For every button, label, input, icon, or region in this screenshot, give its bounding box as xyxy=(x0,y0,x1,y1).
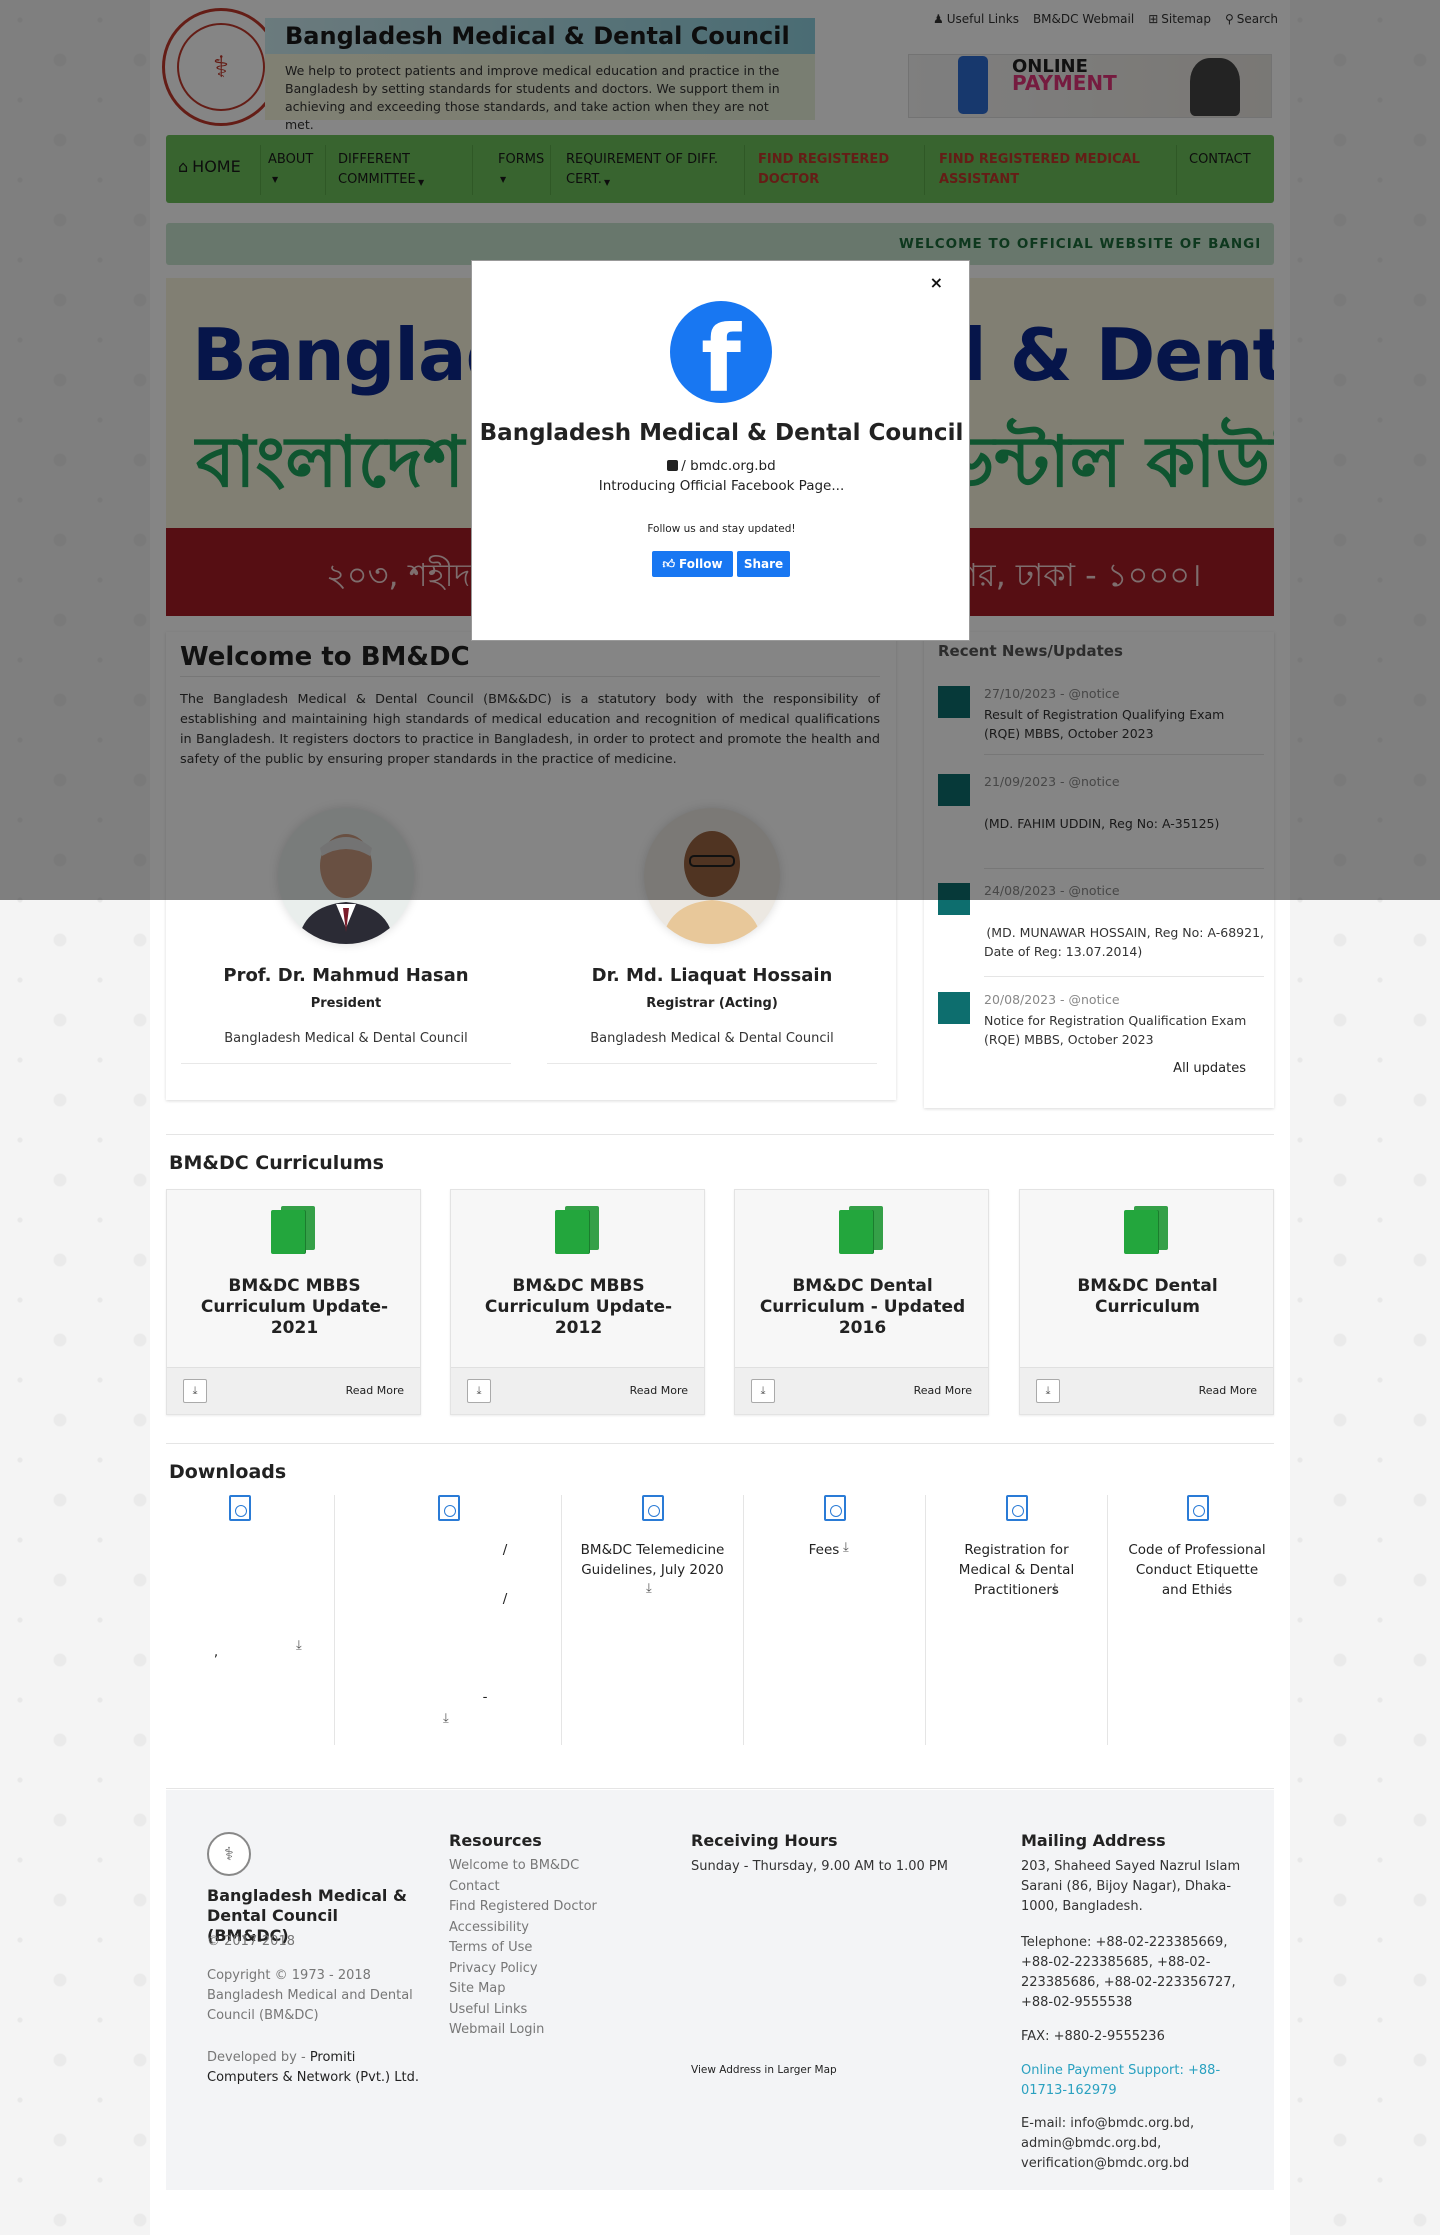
curriculum-card[interactable]: BM&DC Dental Curriculum - Updated 2016 ⤓… xyxy=(734,1189,989,1415)
fax: FAX: +880-2-9555236 xyxy=(1021,2029,1165,2044)
facebook-square-icon xyxy=(667,460,679,471)
footer-developed-by: Developed by - Promiti Computers & Netwo… xyxy=(207,2050,419,2085)
facebook-follow-button[interactable]: 👍︎ Follow xyxy=(652,551,733,577)
receiving-hours: Sunday - Thursday, 9.00 AM to 1.00 PM xyxy=(691,1859,948,1874)
payment-support-link[interactable]: Online Payment Support: +88-01713-162979 xyxy=(1021,2061,1231,2101)
email: E-mail: info@bmdc.org.bd, admin@bmdc.org… xyxy=(1021,2116,1195,2171)
download-icon[interactable]: ⤓ xyxy=(183,1379,207,1403)
close-icon[interactable]: × xyxy=(930,273,943,292)
download-item[interactable]: / / - ⤓ xyxy=(335,1495,561,1745)
mailing-address: 203, Shaheed Sayed Nazrul Islam Sarani (… xyxy=(1021,1859,1241,1914)
footer-link[interactable]: Contact xyxy=(449,1877,619,1898)
footer-link[interactable]: Terms of Use xyxy=(449,1938,619,1959)
download-icon[interactable]: ⤓ xyxy=(467,1379,491,1403)
mail-title: Mailing Address xyxy=(1021,1831,1166,1850)
footer-logo-icon: ⚕ xyxy=(207,1832,251,1876)
divider xyxy=(984,976,1264,977)
all-updates-link[interactable]: All updates xyxy=(1173,1061,1246,1076)
footer-link[interactable]: Accessibility xyxy=(449,1918,619,1939)
pdf-icon xyxy=(229,1495,251,1521)
download-icon[interactable]: ⤓ xyxy=(1052,1581,1058,1596)
footer-link[interactable]: Welcome to BM&DC xyxy=(449,1856,619,1877)
download-item[interactable]: Registration for Medical & Dental Practi… xyxy=(926,1495,1107,1745)
facebook-share-button[interactable]: Share xyxy=(737,551,790,577)
president-org: Bangladesh Medical & Dental Council xyxy=(224,1031,468,1046)
divider xyxy=(547,1063,877,1064)
download-item[interactable]: Fees ⤓ xyxy=(744,1495,925,1745)
news-item-link[interactable]: Notice for Registration Qualification Ex… xyxy=(984,1011,1264,1049)
footer-link[interactable]: Webmail Login xyxy=(449,2020,619,2041)
download-icon[interactable]: ⤓ xyxy=(751,1379,775,1403)
download-item[interactable]: BM&DC Telemedicine Guidelines, July 2020… xyxy=(562,1495,743,1745)
book-icon xyxy=(1124,1206,1168,1254)
book-icon xyxy=(839,1206,883,1254)
pdf-icon xyxy=(1006,1495,1028,1521)
download-icon[interactable]: ⤓ xyxy=(646,1581,652,1596)
book-icon xyxy=(271,1206,315,1254)
curriculum-title: BM&DC Dental Curriculum xyxy=(1077,1276,1218,1317)
footer-link[interactable]: Privacy Policy xyxy=(449,1959,619,1980)
divider xyxy=(166,1788,1274,1789)
facebook-modal: × f Bangladesh Medical & Dental Council … xyxy=(471,260,970,641)
read-more-link[interactable]: Read More xyxy=(630,1384,688,1397)
divider xyxy=(166,1443,1274,1444)
news-date: 20/08/2023 - @notice xyxy=(984,992,1120,1007)
modal-title: Bangladesh Medical & Dental Council xyxy=(479,420,964,446)
pdf-icon xyxy=(642,1495,664,1521)
curriculum-card[interactable]: BM&DC Dental Curriculum ⤓ Read More xyxy=(1019,1189,1274,1415)
download-item[interactable]: , ⤓ xyxy=(166,1495,334,1745)
curriculum-title: BM&DC Dental Curriculum - Updated 2016 xyxy=(759,1276,966,1338)
thumbs-up-icon: 👍︎ xyxy=(662,556,676,571)
telephone: Telephone: +88-02-223385669, +88-02-2233… xyxy=(1021,1935,1236,2010)
curriculum-card[interactable]: BM&DC MBBS Curriculum Update- 2012 ⤓ Read… xyxy=(450,1189,705,1415)
facebook-logo-icon: f xyxy=(670,301,772,403)
divider xyxy=(166,1134,1274,1135)
curriculum-card[interactable]: BM&DC MBBS Curriculum Update- 2021 ⤓ Read… xyxy=(166,1189,421,1415)
download-icon[interactable]: ⤓ xyxy=(296,1638,302,1653)
modal-url[interactable]: / bmdc.org.bd xyxy=(472,458,971,474)
registrar-org: Bangladesh Medical & Dental Council xyxy=(590,1031,834,1046)
news-bullet-icon xyxy=(938,992,970,1024)
download-icon[interactable]: ⤓ xyxy=(1220,1581,1226,1596)
download-item[interactable]: Code of Professional Conduct Etiquette a… xyxy=(1108,1495,1286,1745)
footer-years: © 2017-2018 xyxy=(207,1934,295,1949)
read-more-link[interactable]: Read More xyxy=(346,1384,404,1397)
modal-follow-text: Follow us and stay updated! xyxy=(647,523,796,535)
footer-link[interactable]: Useful Links xyxy=(449,2000,619,2021)
footer-link[interactable]: Find Registered Doctor xyxy=(449,1897,619,1918)
download-icon[interactable]: ⤓ xyxy=(443,1711,449,1726)
footer-copyright: Copyright © 1973 - 2018 Bangladesh Medic… xyxy=(207,1968,413,2023)
curriculum-title: BM&DC MBBS Curriculum Update- 2012 xyxy=(484,1276,673,1338)
pdf-icon xyxy=(1187,1495,1209,1521)
resources-title: Resources xyxy=(449,1831,542,1850)
president-role: President xyxy=(310,996,382,1011)
curriculums-title: BM&DC Curriculums xyxy=(169,1152,384,1174)
hours-title: Receiving Hours xyxy=(691,1831,838,1850)
curriculum-title: BM&DC MBBS Curriculum Update- 2021 xyxy=(200,1276,389,1338)
registrar-name: Dr. Md. Liaquat Hossain xyxy=(591,965,833,986)
footer-link[interactable]: Site Map xyxy=(449,1979,619,2000)
pdf-icon xyxy=(438,1495,460,1521)
resources-list: Welcome to BM&DC Contact Find Registered… xyxy=(449,1856,619,2041)
president-name: Prof. Dr. Mahmud Hasan xyxy=(223,965,469,986)
modal-intro: Introducing Official Facebook Page... xyxy=(598,478,845,494)
registrar-role: Registrar (Acting) xyxy=(646,996,778,1011)
divider xyxy=(181,1063,511,1064)
book-icon xyxy=(555,1206,599,1254)
larger-map-link[interactable]: View Address in Larger Map xyxy=(691,2064,837,2076)
download-icon[interactable]: ⤓ xyxy=(843,1540,849,1555)
news-item-link[interactable]: (MD. MUNAWAR HOSSAIN, Reg No: A-68921, D… xyxy=(984,923,1264,961)
pdf-icon xyxy=(824,1495,846,1521)
download-icon[interactable]: ⤓ xyxy=(1036,1379,1060,1403)
read-more-link[interactable]: Read More xyxy=(1199,1384,1257,1397)
downloads-title: Downloads xyxy=(169,1461,287,1483)
read-more-link[interactable]: Read More xyxy=(914,1384,972,1397)
